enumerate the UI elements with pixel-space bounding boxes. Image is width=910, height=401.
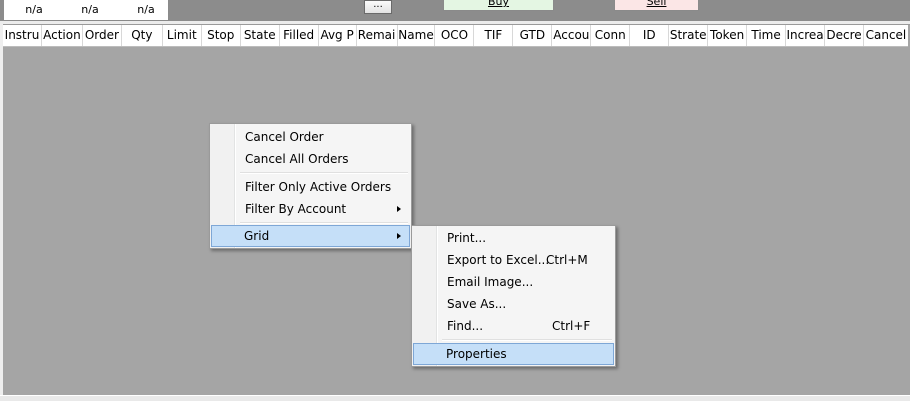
column-header-id[interactable]: ID (630, 25, 670, 46)
column-header-avg-price[interactable]: Avg P (319, 25, 357, 46)
menu-item-properties[interactable]: Properties (413, 343, 614, 365)
menu-item-cancel-all-orders[interactable]: Cancel All Orders (212, 148, 409, 170)
column-header-oco[interactable]: OCO (435, 25, 475, 46)
menu-item-label: Export to Excel... (447, 253, 550, 267)
menu-item-grid[interactable]: Grid (211, 225, 410, 247)
menu-item-filter-only-active-orders[interactable]: Filter Only Active Orders (212, 176, 409, 198)
menu-item-shortcut: Ctrl+M (546, 253, 588, 267)
summary-value-3: n/a (137, 3, 155, 16)
column-header-decrease[interactable]: Decre (825, 25, 864, 46)
menu-separator (442, 339, 612, 341)
column-header-connection[interactable]: Conn (591, 25, 631, 46)
menu-separator (240, 222, 408, 224)
menu-item-find[interactable]: Find... Ctrl+F (414, 315, 613, 337)
sell-button[interactable]: Sell (614, 0, 699, 11)
grid-header: Instru Action Order Qty Limit Stop State… (3, 25, 908, 47)
menu-item-label: Filter By Account (245, 202, 347, 216)
submenu-arrow-icon (397, 206, 401, 212)
horizontal-scrollbar[interactable] (0, 395, 910, 401)
menu-item-label: Filter Only Active Orders (245, 180, 392, 194)
position-summary: n/a n/a n/a (4, 0, 169, 21)
summary-value-2: n/a (81, 3, 99, 16)
column-header-filled[interactable]: Filled (280, 25, 319, 46)
menu-item-email-image[interactable]: Email Image... (414, 271, 613, 293)
menu-item-print[interactable]: Print... (414, 227, 613, 249)
column-header-token[interactable]: Token (708, 25, 748, 46)
menu-item-cancel-order[interactable]: Cancel Order (212, 126, 409, 148)
menu-separator (240, 172, 408, 174)
column-header-stop[interactable]: Stop (202, 25, 241, 46)
menu-item-filter-by-account[interactable]: Filter By Account (212, 198, 409, 220)
buy-button[interactable]: Buy (443, 0, 554, 11)
buy-label: Buy (487, 0, 510, 8)
column-header-remaining[interactable]: Remai (357, 25, 398, 46)
column-header-state[interactable]: State (241, 25, 280, 46)
orders-window: n/a n/a n/a ... Buy Sell Instru Action O… (0, 0, 910, 401)
menu-item-export-to-excel[interactable]: Export to Excel... Ctrl+M (414, 249, 613, 271)
column-header-action[interactable]: Action (42, 25, 83, 46)
sell-label: Sell (646, 0, 667, 8)
column-header-order[interactable]: Order (83, 25, 122, 46)
column-header-instrument[interactable]: Instru (3, 25, 42, 46)
top-toolbar: n/a n/a n/a ... Buy Sell (0, 0, 910, 21)
column-header-qty[interactable]: Qty (122, 25, 163, 46)
column-header-time[interactable]: Time (747, 25, 787, 46)
menu-item-shortcut: Ctrl+F (552, 319, 591, 333)
submenu-arrow-icon (397, 233, 401, 239)
more-button[interactable]: ... (364, 0, 392, 14)
menu-item-label: Cancel All Orders (245, 152, 349, 166)
menu-item-label: Properties (446, 347, 507, 361)
menu-item-label: Print... (447, 231, 487, 245)
column-header-increase[interactable]: Increa (786, 25, 826, 46)
orders-context-menu: Cancel Order Cancel All Orders Filter On… (209, 123, 412, 249)
grid-submenu: Print... Export to Excel... Ctrl+M Email… (411, 225, 616, 367)
menu-item-label: Cancel Order (245, 130, 324, 144)
column-header-account[interactable]: Accou (552, 25, 592, 46)
column-header-gtd[interactable]: GTD (513, 25, 553, 46)
menu-item-save-as[interactable]: Save As... (414, 293, 613, 315)
menu-item-label: Email Image... (447, 275, 534, 289)
menu-item-label: Grid (244, 229, 270, 243)
menu-item-label: Save As... (447, 297, 507, 311)
summary-value-1: n/a (25, 3, 43, 16)
column-header-name[interactable]: Name (398, 25, 436, 46)
column-header-tif[interactable]: TIF (474, 25, 514, 46)
column-header-cancel[interactable]: Cancel (864, 25, 908, 46)
menu-item-label: Find... (447, 319, 484, 333)
column-header-strategy[interactable]: Strate (669, 25, 709, 46)
column-header-limit[interactable]: Limit (163, 25, 202, 46)
